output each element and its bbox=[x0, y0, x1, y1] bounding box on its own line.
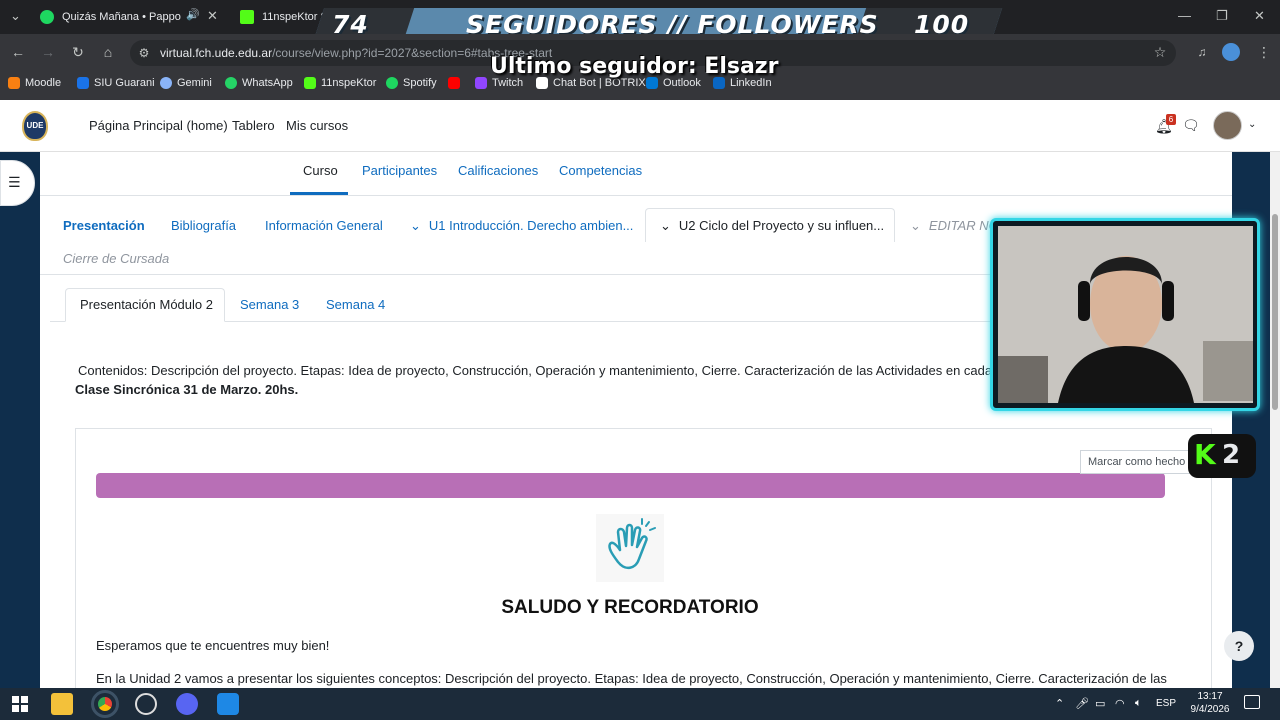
whatsapp-icon bbox=[225, 77, 237, 89]
window-close-icon[interactable]: ✕ bbox=[1254, 8, 1265, 24]
tab-title: 11nspeKtor St bbox=[262, 11, 328, 23]
user-menu-chevron-icon[interactable]: ⌄ bbox=[1248, 119, 1256, 130]
course-tab-cierre[interactable]: Cierre de Cursada bbox=[63, 251, 169, 266]
contenidos-text: Contenidos: Descripción del proyecto. Et… bbox=[78, 363, 1032, 378]
microphone-icon[interactable]: 🎤︎ bbox=[1075, 697, 1089, 710]
menu-kebab-icon[interactable]: ⋮ bbox=[1254, 42, 1274, 62]
discord-icon[interactable] bbox=[176, 693, 198, 715]
youtube-icon bbox=[448, 77, 460, 89]
saludo-heading: SALUDO Y RECORDATORIO bbox=[501, 597, 759, 618]
notifications-icon[interactable] bbox=[1244, 695, 1260, 709]
bookmark-spotify[interactable]: Spotify bbox=[386, 77, 437, 89]
media-control-icon[interactable]: ♫ bbox=[1192, 42, 1212, 62]
course-tab-u2[interactable]: ⌄ U2 Ciclo del Proyecto y su influen... bbox=[660, 218, 884, 234]
maximize-icon[interactable]: ❐ bbox=[1216, 8, 1228, 24]
course-tab-editar[interactable]: ⌄ EDITAR NO bbox=[910, 218, 999, 234]
siu-icon bbox=[77, 77, 89, 89]
divider bbox=[40, 195, 1232, 196]
forward-icon[interactable]: → bbox=[38, 42, 58, 62]
obs-icon[interactable] bbox=[135, 693, 157, 715]
tab-curso[interactable]: Curso bbox=[303, 163, 338, 178]
browser-tab[interactable]: 11nspeKtor St bbox=[228, 4, 328, 30]
reload-icon[interactable]: ↻ bbox=[68, 42, 88, 62]
tab-audio-icon[interactable]: 🔊 bbox=[186, 8, 200, 21]
tray-chevron-icon[interactable]: ⌃ bbox=[1055, 697, 1064, 710]
k2-k: K bbox=[1194, 438, 1216, 471]
k2-2: 2 bbox=[1222, 440, 1241, 470]
esperamos-text: Esperamos que te encuentres muy bien! bbox=[96, 638, 330, 653]
bookmark-11nspektor[interactable]: 11nspeKtor bbox=[304, 77, 376, 89]
spotify-favicon-icon bbox=[40, 10, 54, 24]
help-button[interactable]: ? bbox=[1224, 631, 1254, 661]
volume-icon[interactable]: 🔈︎ bbox=[1135, 697, 1142, 710]
unidad-text: En la Unidad 2 vamos a presentar los sig… bbox=[96, 671, 1167, 686]
home-icon[interactable]: ⌂ bbox=[98, 42, 118, 62]
tab-title: Quizás Mañana • Pappo bbox=[62, 11, 181, 23]
file-explorer-icon[interactable] bbox=[51, 693, 73, 715]
nav-tablero[interactable]: Tablero bbox=[232, 118, 275, 133]
bookmark-siu-guarani[interactable]: SIU Guarani bbox=[77, 77, 155, 89]
spotify-icon bbox=[386, 77, 398, 89]
webcam-person bbox=[998, 226, 1253, 403]
nav-mis-cursos[interactable]: Mis cursos bbox=[286, 118, 348, 133]
twitch-icon bbox=[475, 77, 487, 89]
clock-date: 9/4/2026 bbox=[1190, 704, 1230, 715]
user-avatar[interactable] bbox=[1213, 111, 1242, 140]
chevron-down-icon: ⌄ bbox=[660, 218, 671, 233]
clock-time: 13:17 bbox=[1197, 691, 1223, 702]
subtab-semana-4[interactable]: Semana 4 bbox=[326, 297, 385, 312]
site-info-icon[interactable]: ⚙ bbox=[134, 43, 154, 63]
wifi-icon[interactable]: ◠ bbox=[1115, 697, 1125, 710]
chrome-icon[interactable] bbox=[91, 690, 119, 718]
tab-close-icon[interactable]: ✕ bbox=[207, 8, 218, 24]
waving-hand-icon bbox=[596, 514, 664, 582]
course-tab-informacion-general[interactable]: Información General bbox=[265, 218, 383, 233]
course-tab-bibliografia[interactable]: Bibliografía bbox=[171, 218, 236, 233]
mark-done-button[interactable]: Marcar como hecho bbox=[1080, 450, 1190, 474]
profile-avatar-icon[interactable] bbox=[1222, 43, 1240, 61]
bookmark-moodle[interactable]: Moodle bbox=[8, 77, 61, 89]
network-icon[interactable]: ▭ bbox=[1095, 697, 1105, 710]
gemini-icon bbox=[160, 77, 172, 89]
kick-icon bbox=[304, 77, 316, 89]
hand-svg bbox=[608, 518, 656, 570]
clase-sincronica-text: Clase Sincrónica 31 de Marzo. 20hs. bbox=[75, 382, 299, 397]
bookmark-star-icon[interactable]: ☆ bbox=[1150, 42, 1170, 62]
subtab-presentacion-modulo-2[interactable]: Presentación Módulo 2 bbox=[80, 297, 213, 312]
list-icon: ☰ bbox=[8, 174, 21, 190]
tab-competencias[interactable]: Competencias bbox=[559, 163, 642, 178]
minimize-icon[interactable]: — bbox=[1178, 8, 1191, 23]
messages-icon[interactable]: 🗨︎ bbox=[1182, 117, 1200, 134]
tab-search-chevron-icon[interactable]: ⌄ bbox=[10, 8, 21, 24]
chevron-down-icon: ⌄ bbox=[910, 218, 921, 233]
subtab-semana-3[interactable]: Semana 3 bbox=[240, 297, 299, 312]
bookmark-youtube[interactable] bbox=[448, 77, 465, 89]
moodle-icon bbox=[8, 77, 20, 89]
webcam-feed bbox=[998, 226, 1253, 403]
windows-start-icon[interactable] bbox=[12, 696, 28, 712]
tab-participantes[interactable]: Participantes bbox=[362, 163, 437, 178]
bookmark-gemini[interactable]: Gemini bbox=[160, 77, 212, 89]
last-follower-text: Ultimo seguidor: Elsazr bbox=[490, 54, 779, 79]
chevron-down-icon: ⌄ bbox=[410, 218, 421, 233]
k2-badge: K 2 bbox=[1188, 434, 1256, 478]
bookmark-whatsapp[interactable]: WhatsApp bbox=[225, 77, 293, 89]
nav-home[interactable]: Página Principal (home) bbox=[89, 118, 228, 133]
kick-favicon-icon bbox=[240, 10, 254, 24]
language-indicator[interactable]: ESP bbox=[1156, 698, 1176, 709]
app-icon[interactable] bbox=[217, 693, 239, 715]
ude-logo[interactable]: UDE bbox=[22, 111, 48, 141]
notification-count: 6 bbox=[1166, 114, 1176, 125]
tab-calificaciones[interactable]: Calificaciones bbox=[458, 163, 538, 178]
back-icon[interactable]: ← bbox=[8, 42, 28, 62]
clock[interactable]: 13:17 9/4/2026 bbox=[1190, 690, 1230, 716]
scrollbar-thumb[interactable] bbox=[1272, 214, 1278, 410]
accent-banner bbox=[96, 473, 1165, 498]
course-tab-presentacion[interactable]: Presentación bbox=[63, 218, 145, 233]
course-tab-u1[interactable]: ⌄ U1 Introducción. Derecho ambien... bbox=[410, 218, 633, 234]
